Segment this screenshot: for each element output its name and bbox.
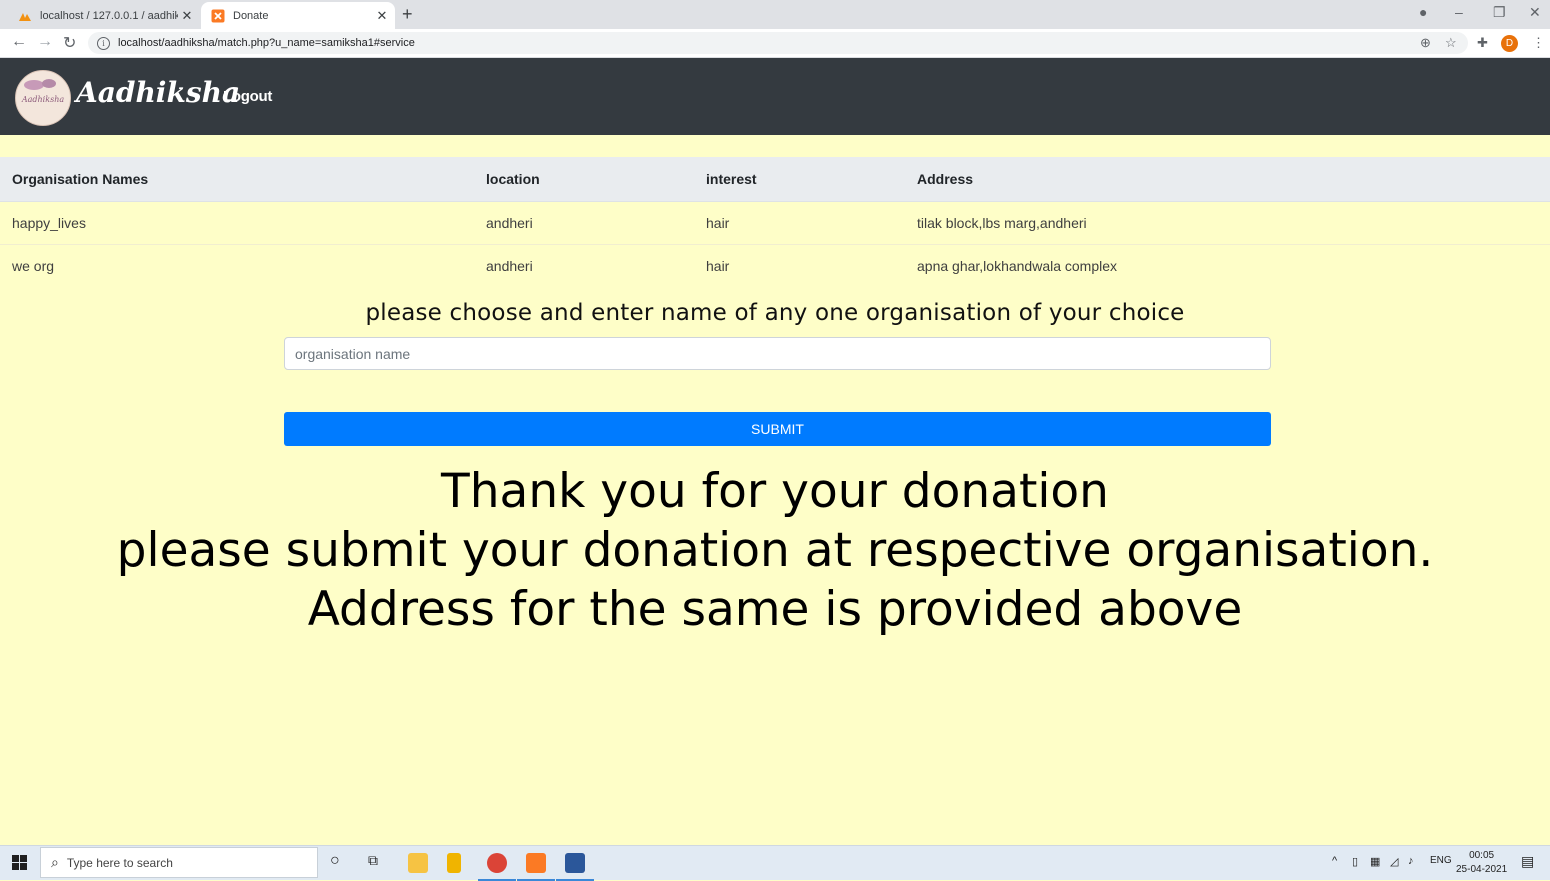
- thank-you-line: Thank you for your donation: [441, 464, 1109, 519]
- bookmark-star-icon[interactable]: ☆: [1445, 35, 1457, 51]
- phpmyadmin-icon: [19, 12, 31, 21]
- reload-icon[interactable]: ↻: [63, 33, 76, 53]
- new-tab-icon[interactable]: +: [402, 4, 413, 25]
- organisation-name-input[interactable]: [284, 337, 1271, 370]
- cell-interest: hair: [694, 244, 905, 287]
- word-icon[interactable]: [556, 853, 594, 881]
- header-location: location: [474, 157, 694, 202]
- windows-start-icon[interactable]: [12, 855, 27, 870]
- brand-name[interactable]: Aadhiksha: [76, 76, 240, 109]
- logout-link[interactable]: Logout: [223, 88, 272, 105]
- address-bar[interactable]: i localhost/aadhiksha/match.php?u_name=s…: [88, 32, 1468, 54]
- chrome-account-icon[interactable]: ●: [1419, 4, 1427, 20]
- browser-tab-phpmyadmin[interactable]: localhost / 127.0.0.1 / aadhiksha ✕: [8, 2, 200, 29]
- browser-tabstrip: localhost / 127.0.0.1 / aadhiksha ✕ Dona…: [0, 0, 1550, 29]
- site-navbar: Aadhiksha Aadhiksha Logout: [0, 58, 1550, 135]
- xampp-taskbar-icon[interactable]: [517, 853, 555, 881]
- close-window-icon[interactable]: ✕: [1529, 4, 1541, 21]
- network-icon[interactable]: ▦: [1370, 855, 1380, 868]
- menu-kebab-icon[interactable]: ⋮: [1532, 35, 1545, 51]
- table-row: happy_lives andheri hair tilak block,lbs…: [0, 201, 1550, 245]
- header-organisation-names: Organisation Names: [0, 157, 474, 202]
- close-tab-icon[interactable]: ✕: [373, 8, 391, 24]
- info-icon[interactable]: i: [97, 36, 110, 50]
- cell-organisation: we org: [0, 244, 474, 287]
- cell-address: tilak block,lbs marg,andheri: [905, 201, 1550, 245]
- submit-button[interactable]: SUBMIT: [284, 412, 1271, 446]
- zoom-icon[interactable]: ⊕: [1420, 35, 1431, 51]
- tab-title: Donate: [233, 9, 269, 22]
- minimize-icon[interactable]: –: [1455, 4, 1463, 20]
- logo-text: Aadhiksha: [21, 95, 65, 104]
- browser-toolbar: ← → ↻ i localhost/aadhiksha/match.php?u_…: [0, 29, 1550, 58]
- close-tab-icon[interactable]: ✕: [178, 8, 196, 24]
- tray-overflow-icon[interactable]: ^: [1332, 855, 1337, 867]
- tab-title: localhost / 127.0.0.1 / aadhiksha: [40, 9, 178, 22]
- cell-organisation: happy_lives: [0, 201, 474, 245]
- forward-icon[interactable]: →: [37, 33, 53, 51]
- browser-tab-donate[interactable]: Donate ✕: [201, 2, 395, 29]
- sticky-notes-icon[interactable]: [447, 853, 461, 873]
- search-icon: ⌕: [51, 854, 59, 870]
- battery-icon[interactable]: ▯: [1352, 855, 1358, 868]
- notifications-icon[interactable]: ▤: [1521, 853, 1534, 870]
- search-placeholder: Type here to search: [66, 855, 173, 870]
- site-logo[interactable]: Aadhiksha: [15, 70, 71, 126]
- profile-avatar[interactable]: D: [1501, 35, 1518, 52]
- thank-you-message: Thank you for your donation please submi…: [0, 462, 1550, 639]
- url-text: localhost/aadhiksha/match.php?u_name=sam…: [118, 37, 415, 49]
- back-icon[interactable]: ←: [11, 33, 27, 51]
- logo-flower-shape: [42, 79, 56, 88]
- volume-icon[interactable]: ♪: [1408, 855, 1414, 867]
- cortana-icon[interactable]: ○: [330, 852, 340, 870]
- organisations-table: Organisation Names location interest Add…: [0, 157, 1550, 287]
- file-explorer-icon[interactable]: [408, 853, 428, 873]
- restore-icon[interactable]: ❐: [1493, 4, 1506, 21]
- xampp-icon: [211, 9, 225, 22]
- chrome-icon[interactable]: [478, 853, 516, 881]
- submit-donation-line: please submit your donation at respectiv…: [116, 523, 1434, 578]
- choose-organisation-prompt: please choose and enter name of any one …: [365, 300, 1185, 326]
- taskbar-search[interactable]: ⌕ Type here to search: [40, 847, 318, 878]
- table-header-row: Organisation Names location interest Add…: [0, 157, 1550, 202]
- wifi-icon[interactable]: ◿: [1390, 855, 1398, 868]
- header-address: Address: [905, 157, 1550, 202]
- cell-location: andheri: [474, 244, 694, 287]
- table-row: we org andheri hair apna ghar,lokhandwal…: [0, 244, 1550, 287]
- header-interest: interest: [694, 157, 905, 202]
- taskbar-clock[interactable]: 00:05 25-04-2021: [1456, 849, 1507, 877]
- windows-taskbar: ⌕ Type here to search ○ ⧉ ^ ▯ ▦ ◿ ♪ ENG …: [0, 845, 1550, 881]
- clock-date: 25-04-2021: [1456, 864, 1508, 875]
- cell-interest: hair: [694, 201, 905, 245]
- address-note-line: Address for the same is provided above: [307, 582, 1243, 637]
- language-indicator[interactable]: ENG: [1430, 855, 1452, 866]
- cell-address: apna ghar,lokhandwala complex: [905, 244, 1550, 287]
- logo-flower-shape: [24, 80, 44, 90]
- task-view-icon[interactable]: ⧉: [368, 852, 378, 869]
- clock-time: 00:05: [1469, 850, 1495, 861]
- cell-location: andheri: [474, 201, 694, 245]
- extensions-icon[interactable]: ✚: [1477, 35, 1488, 51]
